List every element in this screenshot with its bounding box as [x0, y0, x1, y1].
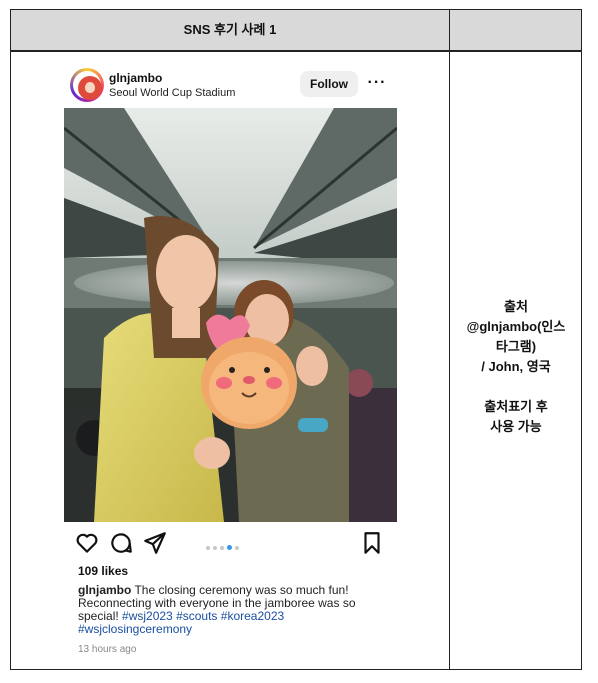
heart-icon[interactable]: [74, 530, 100, 556]
follow-button[interactable]: Follow: [300, 71, 358, 97]
post-timestamp: 13 hours ago: [78, 644, 137, 655]
stadium-selfie-image: [64, 108, 397, 522]
instagram-post: glnjambo Seoul World Cup Stadium Follow …: [64, 62, 397, 662]
carousel-dot: [205, 545, 210, 550]
avatar-image: [78, 76, 102, 100]
avatar[interactable]: [70, 68, 104, 102]
hashtag-link[interactable]: #wsj2023: [122, 609, 173, 623]
post-caption: glnjambo The closing ceremony was so muc…: [78, 584, 388, 636]
hashtag-link[interactable]: #scouts: [176, 609, 217, 623]
like-count[interactable]: 109 likes: [78, 564, 128, 578]
post-header: glnjambo Seoul World Cup Stadium Follow …: [64, 62, 397, 108]
post-photo[interactable]: [64, 108, 397, 522]
table-header-title: SNS 후기 사례 1: [183, 22, 277, 37]
source-info-cell: 출처 @glnjambo(인스 타그램) / John, 영국 출처표기 후 사…: [451, 52, 581, 669]
more-icon[interactable]: ···: [366, 70, 388, 96]
carousel-dot: [212, 545, 217, 550]
source-line: @glnjambo(인스: [466, 319, 566, 334]
carousel-dot: [219, 545, 224, 550]
source-line: / John, 영국: [481, 359, 551, 374]
hashtag-link[interactable]: #korea2023: [221, 609, 284, 623]
post-username[interactable]: glnjambo: [109, 71, 162, 85]
source-info-text: 출처 @glnjambo(인스 타그램) / John, 영국 출처표기 후 사…: [451, 297, 581, 437]
post-location[interactable]: Seoul World Cup Stadium: [109, 87, 235, 99]
carousel-indicator: [204, 539, 240, 551]
bookmark-icon[interactable]: [359, 530, 385, 556]
column-divider: [449, 10, 450, 669]
share-icon[interactable]: [142, 530, 168, 556]
comment-icon[interactable]: [108, 530, 134, 556]
carousel-dot: [226, 545, 232, 551]
usage-line: 출처표기 후: [484, 399, 548, 414]
carousel-dot: [234, 545, 239, 550]
post-actions: [64, 528, 397, 558]
table-header-row: SNS 후기 사례 1: [11, 10, 581, 52]
source-line: 타그램): [495, 339, 537, 354]
usage-line: 사용 가능: [490, 419, 542, 434]
hashtag-link[interactable]: #wsjclosingceremony: [78, 622, 192, 636]
caption-username[interactable]: glnjambo: [78, 583, 131, 597]
source-line: 출처: [504, 299, 528, 314]
